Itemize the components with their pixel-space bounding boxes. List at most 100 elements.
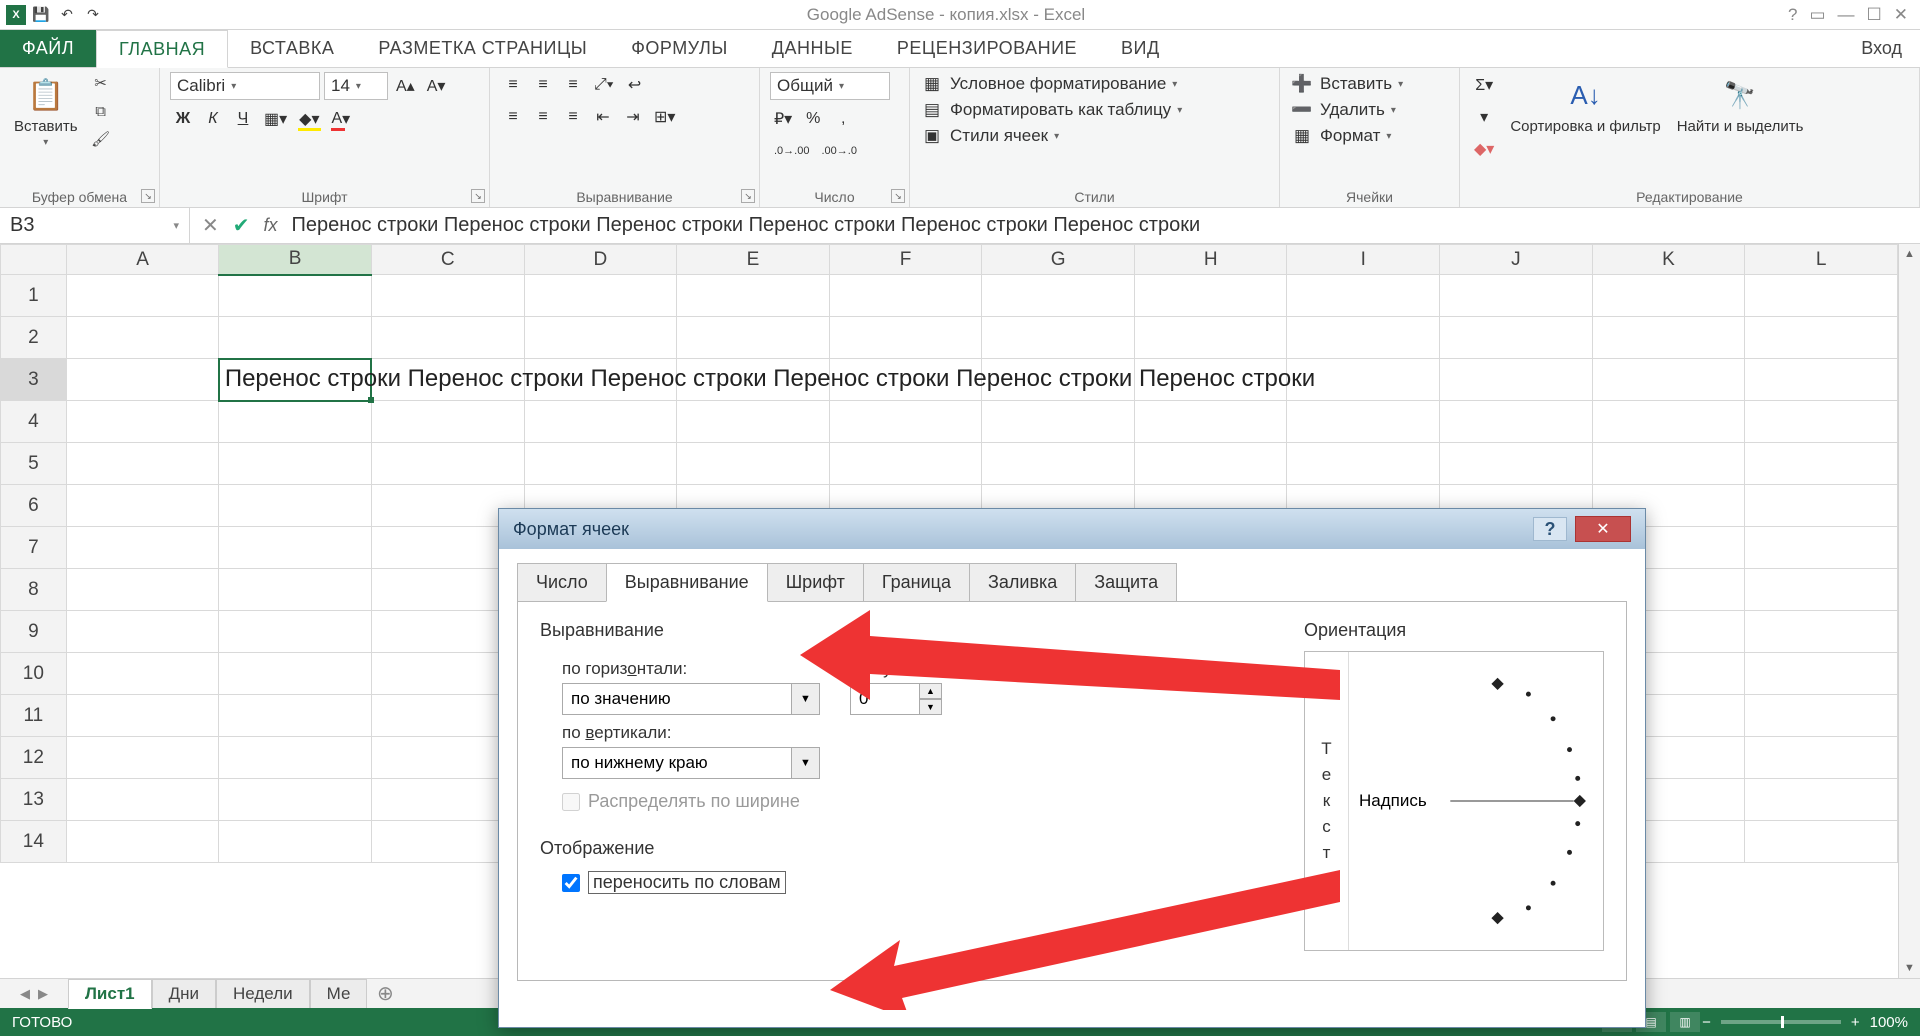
row-header[interactable]: 8 [1, 569, 67, 611]
help-icon[interactable]: ? [1788, 5, 1797, 25]
signin-link[interactable]: Вход [1861, 30, 1920, 67]
cell[interactable] [1745, 821, 1898, 863]
indent-spinner[interactable]: ▲▼ [850, 683, 942, 715]
tab-review[interactable]: РЕЦЕНЗИРОВАНИЕ [875, 30, 1099, 67]
row-header[interactable]: 12 [1, 737, 67, 779]
maximize-icon[interactable]: ☐ [1867, 5, 1882, 25]
row-header[interactable]: 4 [1, 401, 67, 443]
cell[interactable] [829, 317, 982, 359]
spin-down-icon[interactable]: ▼ [920, 699, 942, 715]
column-header[interactable]: A [66, 245, 219, 275]
cell[interactable] [1745, 401, 1898, 443]
format-painter-icon[interactable]: 🖌 [90, 128, 112, 150]
sheet-tab[interactable]: Дни [152, 979, 216, 1008]
cell[interactable] [219, 737, 372, 779]
cell[interactable] [524, 401, 677, 443]
h-align-combo[interactable]: ▼ [562, 683, 820, 715]
row-header[interactable]: 11 [1, 695, 67, 737]
increase-decimal-icon[interactable]: .0→.00 [770, 138, 813, 164]
align-middle-icon[interactable]: ≡ [530, 72, 556, 98]
cell[interactable] [219, 485, 372, 527]
chevron-down-icon[interactable]: ▼ [792, 683, 820, 715]
cell[interactable] [219, 359, 372, 401]
fill-icon[interactable]: ▾ [1470, 104, 1498, 130]
dlgtab-fill[interactable]: Заливка [969, 563, 1076, 602]
merge-icon[interactable]: ⊞▾ [650, 104, 679, 130]
cell[interactable] [1440, 401, 1593, 443]
dialog-launcher-icon[interactable]: ↘ [741, 189, 755, 203]
prev-sheet-icon[interactable]: ◀ [20, 986, 30, 1002]
border-icon[interactable]: ▦▾ [260, 106, 291, 132]
cell[interactable] [1440, 443, 1593, 485]
cell[interactable] [66, 821, 219, 863]
undo-icon[interactable]: ↶ [56, 4, 78, 26]
cell[interactable] [982, 317, 1135, 359]
dlgtab-border[interactable]: Граница [863, 563, 970, 602]
column-header[interactable]: J [1440, 245, 1593, 275]
cell[interactable] [219, 443, 372, 485]
cell[interactable] [66, 569, 219, 611]
cell[interactable] [1287, 401, 1440, 443]
tab-view[interactable]: ВИД [1099, 30, 1182, 67]
cell[interactable] [677, 317, 830, 359]
cell[interactable] [66, 443, 219, 485]
cell[interactable] [1745, 317, 1898, 359]
tab-formulas[interactable]: ФОРМУЛЫ [609, 30, 750, 67]
cell[interactable] [219, 401, 372, 443]
number-format-select[interactable]: Общий▾ [770, 72, 890, 100]
column-header[interactable]: B [219, 245, 372, 275]
cell[interactable] [524, 443, 677, 485]
name-box[interactable]: B3▾ [0, 208, 190, 243]
row-header[interactable]: 3 [1, 359, 67, 401]
increase-indent-icon[interactable]: ⇥ [620, 104, 646, 130]
cell[interactable] [1592, 401, 1745, 443]
cell[interactable] [1134, 443, 1287, 485]
next-sheet-icon[interactable]: ▶ [38, 986, 48, 1002]
cell[interactable] [219, 527, 372, 569]
cell[interactable] [524, 359, 677, 401]
tab-insert[interactable]: ВСТАВКА [228, 30, 356, 67]
cell[interactable] [1592, 359, 1745, 401]
cell[interactable] [1592, 275, 1745, 317]
cell[interactable] [982, 443, 1135, 485]
cell[interactable] [677, 359, 830, 401]
cell[interactable] [829, 275, 982, 317]
wrap-text-icon[interactable]: ↩ [622, 72, 648, 98]
cell[interactable] [677, 275, 830, 317]
redo-icon[interactable]: ↷ [82, 4, 104, 26]
dlgtab-alignment[interactable]: Выравнивание [606, 563, 768, 602]
column-header[interactable]: H [1134, 245, 1287, 275]
cell[interactable] [1440, 275, 1593, 317]
dialog-close-icon[interactable]: ✕ [1575, 516, 1631, 542]
cell[interactable] [219, 611, 372, 653]
percent-icon[interactable]: % [800, 106, 826, 132]
new-sheet-icon[interactable]: ⊕ [373, 981, 397, 1006]
find-select-button[interactable]: 🔭 Найти и выделить [1673, 72, 1808, 137]
align-right-icon[interactable]: ≡ [560, 104, 586, 130]
cancel-icon[interactable]: ✕ [202, 213, 219, 238]
cell[interactable] [219, 779, 372, 821]
decrease-indent-icon[interactable]: ⇤ [590, 104, 616, 130]
fill-color-icon[interactable]: ◆▾ [295, 106, 323, 132]
cell[interactable] [1287, 443, 1440, 485]
align-center-icon[interactable]: ≡ [530, 104, 556, 130]
cell[interactable] [829, 401, 982, 443]
cell[interactable] [1745, 443, 1898, 485]
dialog-titlebar[interactable]: Формат ячеек ? ✕ [499, 509, 1645, 549]
autosum-icon[interactable]: Σ▾ [1470, 72, 1498, 98]
cell[interactable] [1287, 275, 1440, 317]
cell[interactable] [66, 695, 219, 737]
spin-up-icon[interactable]: ▲ [920, 683, 942, 699]
cell[interactable] [1745, 527, 1898, 569]
zoom-slider[interactable] [1721, 1020, 1841, 1024]
save-icon[interactable]: 💾 [30, 4, 52, 26]
cell[interactable] [371, 275, 524, 317]
row-header[interactable]: 6 [1, 485, 67, 527]
cell[interactable] [1745, 485, 1898, 527]
column-header[interactable]: D [524, 245, 677, 275]
decrease-font-icon[interactable]: A▾ [423, 73, 450, 99]
cell[interactable] [66, 275, 219, 317]
zoom-in-icon[interactable]: + [1851, 1014, 1860, 1031]
increase-font-icon[interactable]: A▴ [392, 73, 419, 99]
close-icon[interactable]: ✕ [1894, 5, 1908, 25]
